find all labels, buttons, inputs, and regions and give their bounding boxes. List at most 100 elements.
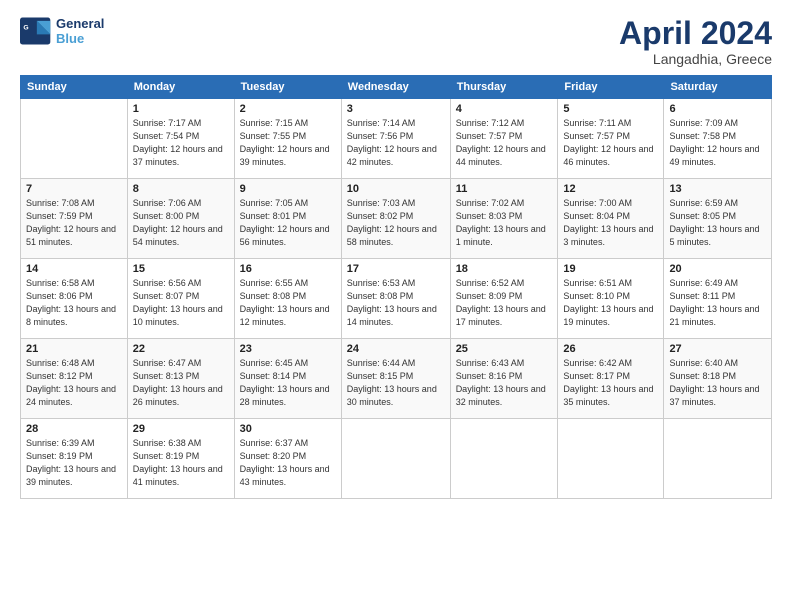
day-number-2-2: 16: [240, 263, 336, 275]
day-info-3-1: Sunrise: 6:47 AMSunset: 8:13 PMDaylight:…: [133, 357, 229, 409]
day-info-1-4: Sunrise: 7:02 AMSunset: 8:03 PMDaylight:…: [456, 197, 553, 249]
day-number-0-5: 5: [563, 103, 658, 115]
calendar-body: 1 Sunrise: 7:17 AMSunset: 7:54 PMDaylight…: [21, 99, 772, 499]
day-number-0-3: 3: [347, 103, 445, 115]
logo-text: General Blue: [56, 16, 104, 46]
day-number-2-0: 14: [26, 263, 122, 275]
day-info-3-2: Sunrise: 6:45 AMSunset: 8:14 PMDaylight:…: [240, 357, 336, 409]
logo: G General Blue: [20, 16, 104, 46]
col-friday: Friday: [558, 76, 664, 99]
cell-0-3: 3 Sunrise: 7:14 AMSunset: 7:56 PMDaylight…: [341, 99, 450, 179]
day-info-4-0: Sunrise: 6:39 AMSunset: 8:19 PMDaylight:…: [26, 437, 122, 489]
cell-4-5: [558, 419, 664, 499]
day-number-0-1: 1: [133, 103, 229, 115]
day-info-2-0: Sunrise: 6:58 AMSunset: 8:06 PMDaylight:…: [26, 277, 122, 329]
cell-3-4: 25 Sunrise: 6:43 AMSunset: 8:16 PMDayligh…: [450, 339, 558, 419]
day-info-0-1: Sunrise: 7:17 AMSunset: 7:54 PMDaylight:…: [133, 117, 229, 169]
day-info-0-3: Sunrise: 7:14 AMSunset: 7:56 PMDaylight:…: [347, 117, 445, 169]
day-info-1-6: Sunrise: 6:59 AMSunset: 8:05 PMDaylight:…: [669, 197, 766, 249]
cell-3-6: 27Sunrise: 6:40 AMSunset: 8:18 PMDayligh…: [664, 339, 772, 419]
cell-2-2: 16 Sunrise: 6:55 AMSunset: 8:08 PMDayligh…: [234, 259, 341, 339]
day-number-3-1: 22: [133, 343, 229, 355]
header-row: Sunday Monday Tuesday Wednesday Thursday…: [21, 76, 772, 99]
day-info-1-3: Sunrise: 7:03 AMSunset: 8:02 PMDaylight:…: [347, 197, 445, 249]
day-number-3-0: 21: [26, 343, 122, 355]
cell-2-3: 17 Sunrise: 6:53 AMSunset: 8:08 PMDayligh…: [341, 259, 450, 339]
cell-0-5: 5 Sunrise: 7:11 AMSunset: 7:57 PMDaylight…: [558, 99, 664, 179]
col-saturday: Saturday: [664, 76, 772, 99]
header: G General Blue April 2024 Langadhia, Gre…: [20, 16, 772, 67]
day-number-2-4: 18: [456, 263, 553, 275]
day-info-3-4: Sunrise: 6:43 AMSunset: 8:16 PMDaylight:…: [456, 357, 553, 409]
day-info-0-4: Sunrise: 7:12 AMSunset: 7:57 PMDaylight:…: [456, 117, 553, 169]
day-number-4-2: 30: [240, 423, 336, 435]
cell-1-4: 11 Sunrise: 7:02 AMSunset: 8:03 PMDayligh…: [450, 179, 558, 259]
day-info-2-5: Sunrise: 6:51 AMSunset: 8:10 PMDaylight:…: [563, 277, 658, 329]
day-info-1-1: Sunrise: 7:06 AMSunset: 8:00 PMDaylight:…: [133, 197, 229, 249]
day-info-2-2: Sunrise: 6:55 AMSunset: 8:08 PMDaylight:…: [240, 277, 336, 329]
day-info-2-4: Sunrise: 6:52 AMSunset: 8:09 PMDaylight:…: [456, 277, 553, 329]
day-number-2-3: 17: [347, 263, 445, 275]
week-row-3: 21 Sunrise: 6:48 AMSunset: 8:12 PMDayligh…: [21, 339, 772, 419]
day-number-1-5: 12: [563, 183, 658, 195]
cell-4-1: 29Sunrise: 6:38 AMSunset: 8:19 PMDayligh…: [127, 419, 234, 499]
cell-3-5: 26 Sunrise: 6:42 AMSunset: 8:17 PMDayligh…: [558, 339, 664, 419]
day-info-2-3: Sunrise: 6:53 AMSunset: 8:08 PMDaylight:…: [347, 277, 445, 329]
day-info-1-2: Sunrise: 7:05 AMSunset: 8:01 PMDaylight:…: [240, 197, 336, 249]
day-number-1-6: 13: [669, 183, 766, 195]
cell-0-1: 1 Sunrise: 7:17 AMSunset: 7:54 PMDaylight…: [127, 99, 234, 179]
day-info-3-0: Sunrise: 6:48 AMSunset: 8:12 PMDaylight:…: [26, 357, 122, 409]
week-row-4: 28 Sunrise: 6:39 AMSunset: 8:19 PMDayligh…: [21, 419, 772, 499]
day-info-2-1: Sunrise: 6:56 AMSunset: 8:07 PMDaylight:…: [133, 277, 229, 329]
col-thursday: Thursday: [450, 76, 558, 99]
day-info-0-2: Sunrise: 7:15 AMSunset: 7:55 PMDaylight:…: [240, 117, 336, 169]
calendar-table: Sunday Monday Tuesday Wednesday Thursday…: [20, 75, 772, 499]
day-info-0-6: Sunrise: 7:09 AMSunset: 7:58 PMDaylight:…: [669, 117, 766, 169]
cell-4-2: 30Sunrise: 6:37 AMSunset: 8:20 PMDayligh…: [234, 419, 341, 499]
cell-4-6: [664, 419, 772, 499]
title-block: April 2024 Langadhia, Greece: [619, 16, 772, 67]
col-tuesday: Tuesday: [234, 76, 341, 99]
week-row-2: 14 Sunrise: 6:58 AMSunset: 8:06 PMDayligh…: [21, 259, 772, 339]
cell-0-6: 6Sunrise: 7:09 AMSunset: 7:58 PMDaylight…: [664, 99, 772, 179]
day-number-1-4: 11: [456, 183, 553, 195]
logo-icon: G: [20, 17, 52, 45]
day-info-1-0: Sunrise: 7:08 AMSunset: 7:59 PMDaylight:…: [26, 197, 122, 249]
cell-2-4: 18 Sunrise: 6:52 AMSunset: 8:09 PMDayligh…: [450, 259, 558, 339]
cell-4-3: [341, 419, 450, 499]
cell-0-0: [21, 99, 128, 179]
cell-3-2: 23Sunrise: 6:45 AMSunset: 8:14 PMDayligh…: [234, 339, 341, 419]
cell-1-0: 7Sunrise: 7:08 AMSunset: 7:59 PMDaylight…: [21, 179, 128, 259]
cell-4-0: 28 Sunrise: 6:39 AMSunset: 8:19 PMDayligh…: [21, 419, 128, 499]
cell-1-2: 9 Sunrise: 7:05 AMSunset: 8:01 PMDaylight…: [234, 179, 341, 259]
cell-3-0: 21 Sunrise: 6:48 AMSunset: 8:12 PMDayligh…: [21, 339, 128, 419]
week-row-0: 1 Sunrise: 7:17 AMSunset: 7:54 PMDaylight…: [21, 99, 772, 179]
cell-1-3: 10Sunrise: 7:03 AMSunset: 8:02 PMDayligh…: [341, 179, 450, 259]
day-number-4-0: 28: [26, 423, 122, 435]
day-number-2-5: 19: [563, 263, 658, 275]
day-number-1-2: 9: [240, 183, 336, 195]
day-info-4-1: Sunrise: 6:38 AMSunset: 8:19 PMDaylight:…: [133, 437, 229, 489]
svg-text:G: G: [23, 24, 28, 31]
day-info-3-5: Sunrise: 6:42 AMSunset: 8:17 PMDaylight:…: [563, 357, 658, 409]
day-number-0-4: 4: [456, 103, 553, 115]
day-number-3-4: 25: [456, 343, 553, 355]
day-info-3-3: Sunrise: 6:44 AMSunset: 8:15 PMDaylight:…: [347, 357, 445, 409]
day-number-3-6: 27: [669, 343, 766, 355]
day-number-2-6: 20: [669, 263, 766, 275]
col-wednesday: Wednesday: [341, 76, 450, 99]
day-number-2-1: 15: [133, 263, 229, 275]
cell-4-4: [450, 419, 558, 499]
cell-2-5: 19 Sunrise: 6:51 AMSunset: 8:10 PMDayligh…: [558, 259, 664, 339]
col-monday: Monday: [127, 76, 234, 99]
day-number-3-3: 24: [347, 343, 445, 355]
page: G General Blue April 2024 Langadhia, Gre…: [0, 0, 792, 612]
day-info-1-5: Sunrise: 7:00 AMSunset: 8:04 PMDaylight:…: [563, 197, 658, 249]
cell-2-6: 20Sunrise: 6:49 AMSunset: 8:11 PMDayligh…: [664, 259, 772, 339]
col-sunday: Sunday: [21, 76, 128, 99]
day-number-3-5: 26: [563, 343, 658, 355]
cell-1-1: 8Sunrise: 7:06 AMSunset: 8:00 PMDaylight…: [127, 179, 234, 259]
subtitle: Langadhia, Greece: [619, 51, 772, 67]
day-info-0-5: Sunrise: 7:11 AMSunset: 7:57 PMDaylight:…: [563, 117, 658, 169]
cell-1-5: 12 Sunrise: 7:00 AMSunset: 8:04 PMDayligh…: [558, 179, 664, 259]
